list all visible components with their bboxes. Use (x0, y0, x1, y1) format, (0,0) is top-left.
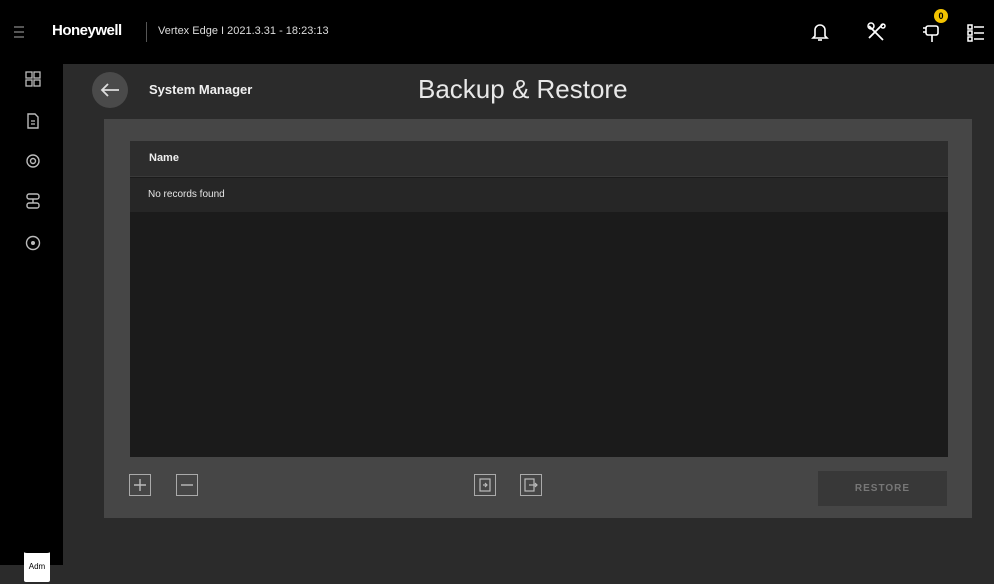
document-icon[interactable] (24, 112, 42, 130)
menu-icon[interactable] (14, 26, 24, 38)
network-icon[interactable] (24, 192, 42, 210)
tools-icon[interactable] (863, 18, 891, 46)
restore-button[interactable]: RESTORE (818, 471, 947, 506)
notification-badge: 0 (934, 9, 948, 23)
list-icon[interactable] (962, 18, 990, 46)
left-nav: Adm (0, 64, 63, 582)
arrow-left-icon (100, 83, 119, 97)
export-button[interactable] (520, 474, 542, 496)
remove-icon (181, 484, 193, 486)
bell-icon[interactable] (806, 18, 834, 46)
grid-icon[interactable] (24, 70, 42, 88)
column-header-name[interactable]: Name (149, 152, 179, 164)
export-icon (524, 478, 538, 492)
help-icon[interactable] (24, 234, 42, 252)
import-icon (479, 478, 491, 492)
section-title: System Manager (149, 82, 253, 97)
table-row: No records found (130, 178, 948, 212)
back-button[interactable] (92, 72, 128, 108)
backup-table: Name No records found (130, 141, 948, 457)
import-button[interactable] (474, 474, 496, 496)
top-bar: Honeywell Vertex Edge I 2021.3.31 - 18:2… (0, 0, 994, 64)
add-icon (134, 479, 146, 491)
breadcrumb: Vertex Edge I 2021.3.31 - 18:23:13 (158, 25, 329, 37)
empty-message: No records found (148, 189, 225, 200)
remove-button[interactable] (176, 474, 198, 496)
settings-icon[interactable] (24, 152, 42, 170)
page-title: Backup & Restore (418, 74, 628, 104)
table-header: Name (130, 141, 948, 177)
brand-logo: Honeywell (52, 22, 122, 39)
add-button[interactable] (129, 474, 151, 496)
avatar[interactable]: Adm (21, 547, 53, 582)
divider (146, 22, 147, 42)
